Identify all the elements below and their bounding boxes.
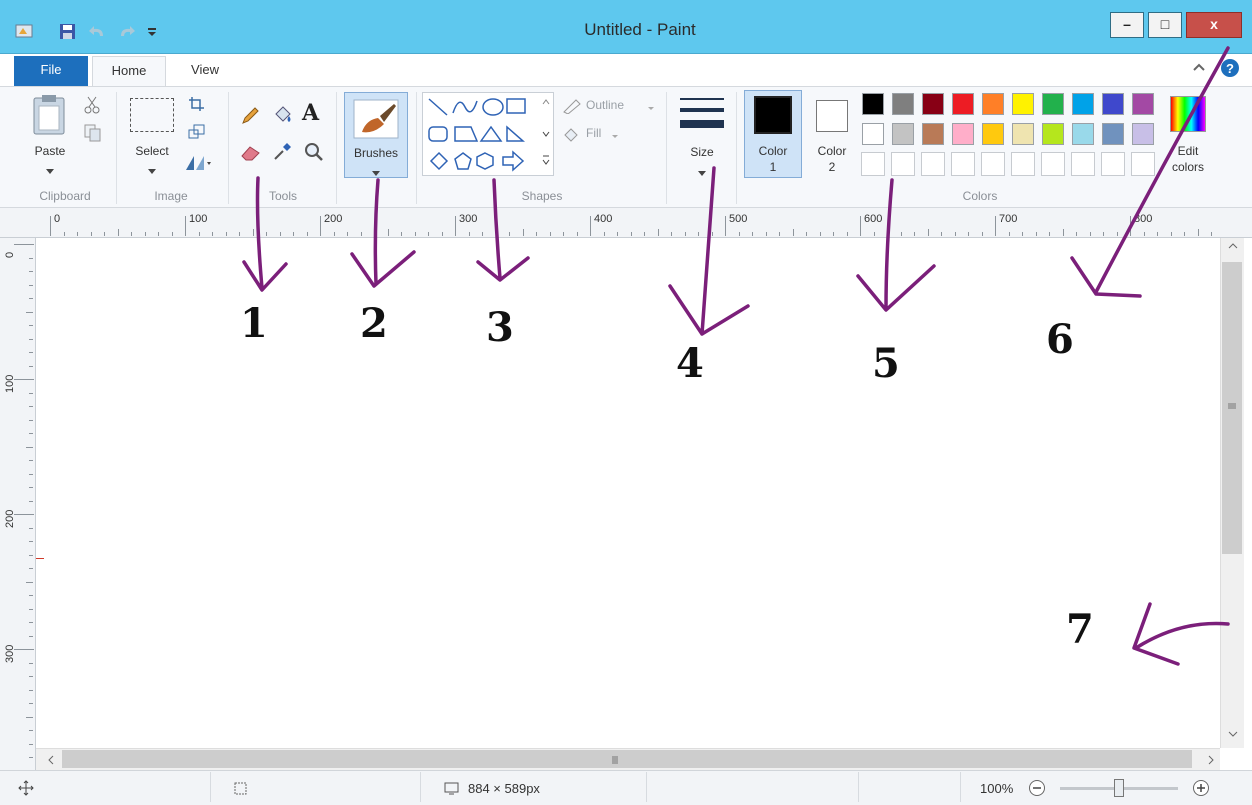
arrow-1	[242, 176, 288, 292]
arrow-2	[350, 178, 416, 288]
annotation-3: 3	[486, 304, 514, 351]
arrow-4	[668, 166, 750, 336]
arrow-5	[856, 178, 936, 312]
annotation-2: 2	[360, 300, 388, 347]
annotation-arrows	[242, 46, 1230, 666]
annotation-5: 5	[872, 340, 900, 387]
arrow-7	[1132, 602, 1230, 666]
annotation-7: 7	[1066, 606, 1094, 653]
annotation-6: 6	[1046, 316, 1074, 363]
annotation-1: 1	[240, 300, 268, 347]
annotation-4: 4	[676, 340, 704, 387]
arrow-3	[476, 178, 530, 282]
arrow-6	[1070, 46, 1230, 298]
